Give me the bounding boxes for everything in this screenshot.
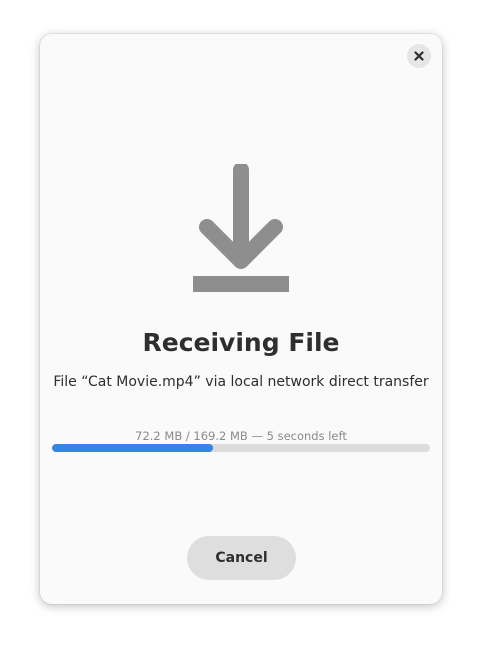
download-icon [193, 164, 289, 292]
dialog-title: Receiving File [142, 328, 340, 357]
progress-bar [52, 444, 430, 452]
receive-file-dialog: Receiving File File “Cat Movie.mp4” via … [40, 34, 442, 604]
close-button[interactable] [407, 44, 431, 68]
cancel-button[interactable]: Cancel [187, 536, 296, 580]
progress-status: 72.2 MB / 169.2 MB — 5 seconds left [135, 429, 347, 443]
close-icon [414, 51, 424, 61]
progress-bar-fill [52, 444, 214, 452]
dialog-subtitle: File “Cat Movie.mp4” via local network d… [53, 374, 429, 390]
